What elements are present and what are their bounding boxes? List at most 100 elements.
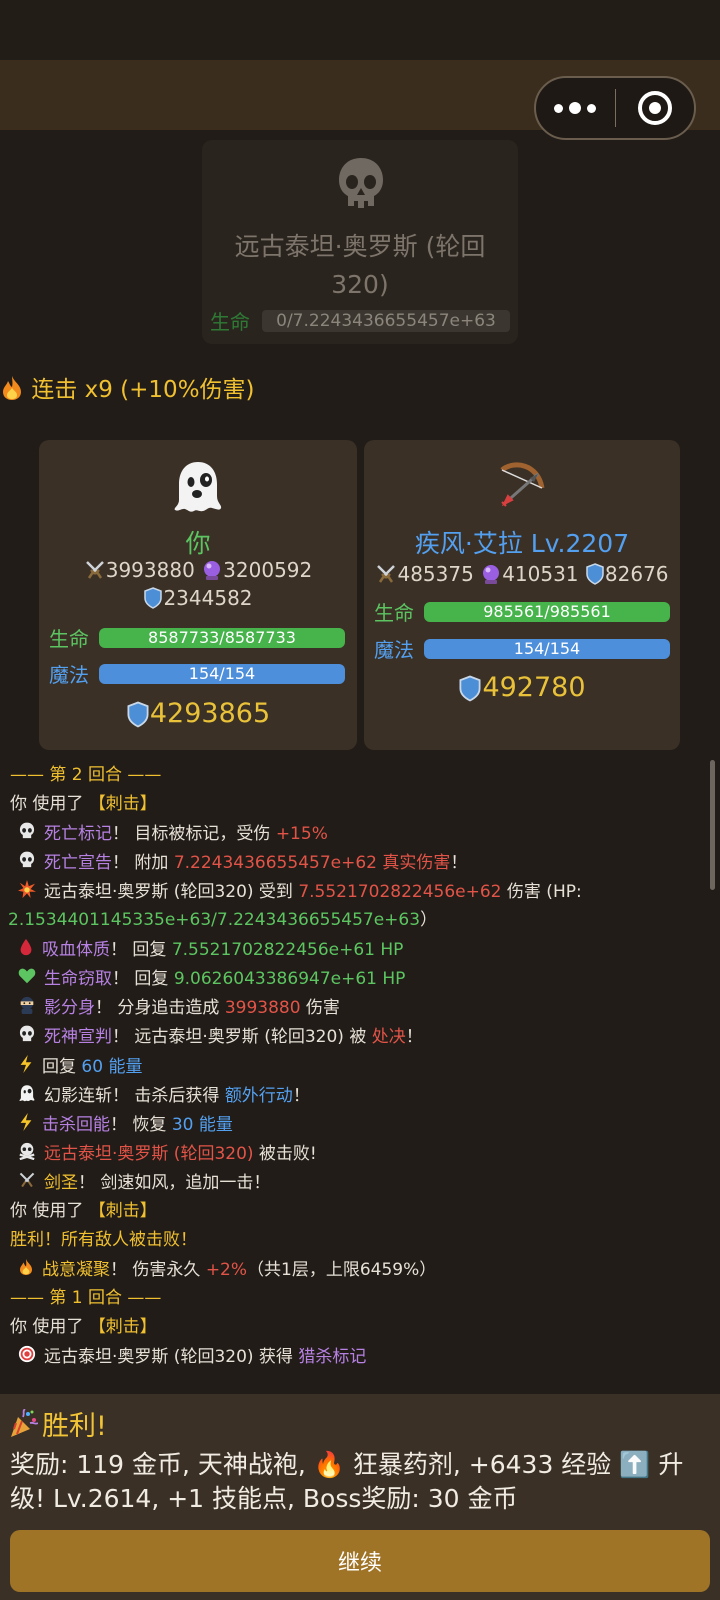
log-line: 2.1534401145335e+63/7.2243436655457e+63） xyxy=(8,909,437,931)
log-line: 剑圣！ 剑速如风，追加一击！ xyxy=(18,1171,270,1195)
log-line: 吸血体质！ 回复 7.5521702822456e+61 HP xyxy=(18,938,403,962)
log-text: 【刺击】 xyxy=(88,794,157,815)
crystal-ball-icon xyxy=(204,561,221,580)
log-line: —— 第 1 回合 —— xyxy=(10,1287,161,1309)
log-line: 幻影连斩！ 击杀后获得 额外行动！ xyxy=(18,1084,310,1108)
log-text: 伤害 xyxy=(300,998,340,1019)
log-line: 胜利！所有敌人被击败！ xyxy=(10,1229,197,1251)
log-text: 影分身 xyxy=(44,998,95,1019)
skull-icon xyxy=(18,1025,36,1049)
log-line: 死亡标记！ 目标被标记，受伤 +15% xyxy=(18,822,328,846)
ally-mp-bar: 154/154 xyxy=(424,638,670,659)
player-hp-row: 生命 8587733/8587733 xyxy=(49,623,345,652)
player-defense: 2344582 xyxy=(39,586,357,614)
log-text: ！ 剑速如风，追加一击！ xyxy=(78,1172,271,1193)
log-text: ） xyxy=(420,910,438,931)
magic-value: 410531 xyxy=(502,562,579,586)
skull-icon xyxy=(18,851,36,875)
attack-stat: 3993880 xyxy=(84,558,195,582)
log-text: 死亡标记 xyxy=(44,824,112,845)
log-text: 【刺击】 xyxy=(88,1316,157,1337)
skull-crossbones-icon xyxy=(18,1142,36,1166)
log-text: 3993880 xyxy=(224,998,301,1019)
magic-value: 3200592 xyxy=(223,558,313,582)
shield-icon xyxy=(459,675,481,702)
log-text: +15% xyxy=(275,824,328,845)
log-text: 额外行动 xyxy=(224,1085,293,1106)
log-text: ！ 目标被标记，受伤 xyxy=(112,824,276,845)
shield-icon xyxy=(127,701,149,728)
lightning-icon xyxy=(18,1054,34,1079)
close-mini-program-button[interactable] xyxy=(616,78,695,138)
more-menu-button[interactable] xyxy=(536,78,615,138)
ally-stats: 485375 410531 82676 xyxy=(364,562,680,590)
bow-icon xyxy=(364,458,680,518)
log-text: 你 使用了 xyxy=(10,794,89,815)
player-card[interactable]: 你 3993880 3200592 2344582 生命 8587733/858… xyxy=(39,440,357,750)
attack-stat: 485375 xyxy=(375,562,474,586)
crossed-swords-icon xyxy=(18,1171,36,1195)
log-text: 剑圣 xyxy=(44,1172,78,1193)
victory-title: 胜利! xyxy=(42,1411,107,1442)
dot-icon xyxy=(569,102,582,114)
green-heart-icon xyxy=(18,967,36,991)
defense-value: 82676 xyxy=(604,562,669,586)
log-text: 猎杀标记 xyxy=(298,1347,367,1367)
log-text: 7.2243436655457e+62 真实伤害 xyxy=(173,853,451,874)
fire-icon xyxy=(0,375,24,407)
log-text: 胜利！所有敌人被击败！ xyxy=(10,1229,197,1250)
log-line: 死神宣判！ 远古泰坦·奥罗斯 (轮回320) 被 处决！ xyxy=(18,1025,423,1049)
log-text: （共1层，上限6459%） xyxy=(247,1259,437,1280)
ally-shield: 492780 xyxy=(364,672,680,703)
log-text: 【刺击】 xyxy=(88,1200,157,1221)
log-line: 你 使用了 【刺击】 xyxy=(10,793,157,815)
crystal-ball-icon xyxy=(483,565,500,584)
log-text: 远古泰坦·奥罗斯 (轮回320) xyxy=(44,1143,254,1164)
magic-stat: 410531 xyxy=(480,562,579,586)
player-stats: 3993880 3200592 xyxy=(39,558,357,586)
player-mp-row: 魔法 154/154 xyxy=(49,659,345,688)
ninja-icon xyxy=(18,996,36,1020)
defense-stat: 82676 xyxy=(585,562,669,586)
log-line: 战意凝聚！ 伤害永久 +2%（共1层，上限6459%） xyxy=(18,1258,436,1282)
log-line: —— 第 2 回合 —— xyxy=(10,764,161,786)
log-text: ！ xyxy=(405,1027,423,1048)
player-mp-label: 魔法 xyxy=(49,663,89,687)
log-line: 远古泰坦·奥罗斯 (轮回320) 被击败! xyxy=(18,1142,317,1166)
log-line: 远古泰坦·奥罗斯 (轮回320) 受到 7.5521702822456e+62 … xyxy=(18,880,582,904)
enemy-name: 远古泰坦·奥罗斯 (轮回320) xyxy=(234,232,486,299)
continue-button[interactable]: 继续 xyxy=(10,1530,710,1592)
explosion-icon xyxy=(18,880,36,904)
player-hp-bar: 8587733/8587733 xyxy=(99,627,345,648)
ally-hp-row: 生命 985561/985561 xyxy=(374,597,670,626)
blood-drop-icon xyxy=(18,938,34,962)
enemy-hp-bar: 0/7.2243436655457e+63 xyxy=(262,309,510,332)
log-line: 远古泰坦·奥罗斯 (轮回320) 获得 猎杀标记 xyxy=(18,1345,366,1369)
log-text: 吸血体质 xyxy=(42,940,110,961)
log-text: ！ 附加 xyxy=(112,853,174,874)
log-scrollbar[interactable] xyxy=(710,760,715,890)
log-text: ！ 远古泰坦·奥罗斯 (轮回320) 被 xyxy=(112,1027,372,1048)
log-text: 你 使用了 xyxy=(10,1316,89,1337)
ally-hp-label: 生命 xyxy=(374,601,414,625)
log-text: 伤害 (HP: xyxy=(501,882,582,903)
log-text: ！ 恢复 xyxy=(110,1114,172,1135)
ally-shield-value: 492780 xyxy=(482,672,586,703)
crossed-swords-icon xyxy=(85,561,104,579)
combo-indicator: 连击 x9 (+10%伤害) xyxy=(0,370,255,407)
crossed-swords-icon xyxy=(377,565,396,583)
battle-log[interactable]: —— 第 2 回合 —— 你 使用了 【刺击】 死亡标记！ 目标被标记，受伤 +15… xyxy=(0,764,700,1394)
skull-icon xyxy=(18,822,36,846)
enemy-card[interactable]: 远古泰坦·奥罗斯 (轮回320) 生命 0/7.2243436655457e+6… xyxy=(202,140,518,344)
attack-value: 485375 xyxy=(397,562,474,586)
log-text: 战意凝聚 xyxy=(42,1259,110,1280)
combo-text: 连击 x9 (+10%伤害) xyxy=(31,377,255,403)
ally-card[interactable]: 疾风·艾拉 Lv.2207 485375 410531 82676 生命 985… xyxy=(364,440,680,750)
log-line: 影分身！ 分身追击造成 3993880 伤害 xyxy=(18,996,340,1020)
log-line: 生命窃取！ 回复 9.0626043386947e+61 HP xyxy=(18,967,405,991)
log-line: 死亡宣告！ 附加 7.2243436655457e+62 真实伤害！ xyxy=(18,851,467,875)
log-text: 被击败! xyxy=(253,1143,317,1164)
log-line: 回复 60 能量 xyxy=(18,1054,142,1079)
log-text: 远古泰坦·奥罗斯 (轮回320) 受到 xyxy=(44,882,299,903)
status-strip xyxy=(0,0,720,60)
